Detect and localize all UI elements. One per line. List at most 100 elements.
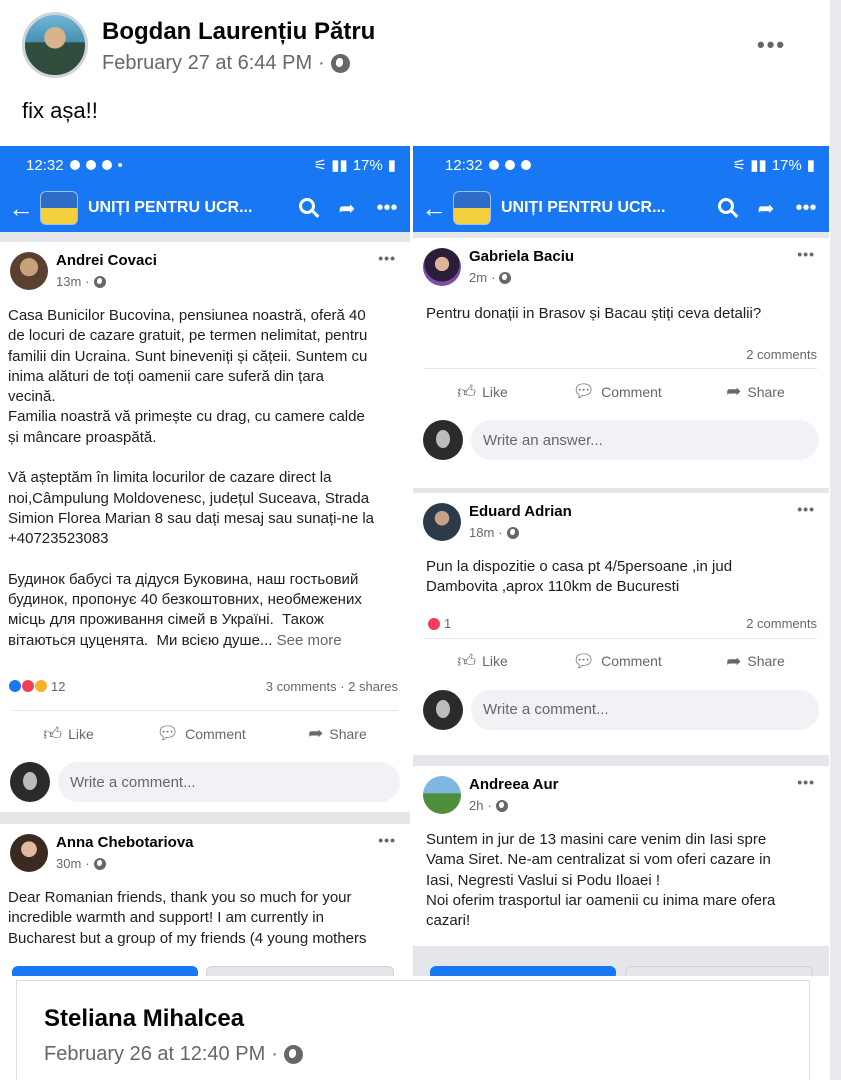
back-arrow-icon[interactable]: ← [421,193,447,224]
like-button[interactable]: 👍︎ Like [43,723,94,745]
globe-icon [93,275,106,288]
right-screenshot[interactable]: 12:32 ⚟ ▮▮ 17% ▮ ← UNIȚI PENTRU UCR... ➦… [413,146,829,976]
messenger-icon [85,160,96,170]
post-author-name[interactable]: Anna Chebotariova [56,834,194,851]
more-options-icon[interactable]: ••• [797,246,815,262]
like-icon: 👍︎ [43,723,63,744]
globe-icon [93,857,106,870]
comment-button[interactable]: 💬︎ Comment [156,723,246,744]
signal-icon: ⚟ ▮▮ [732,157,767,174]
post-author-name[interactable]: Andreea Aur [469,776,558,793]
share-arrow-icon[interactable]: ➦ [751,196,781,221]
post-text: Pun la dispozitie o casa pt 4/5persoane … [426,558,733,596]
comment-input[interactable]: Write a comment... [471,689,819,730]
more-options-icon[interactable]: ••• [797,774,815,790]
share-arrow-icon[interactable]: ➦ [332,196,362,221]
more-options-icon[interactable]: ••• [378,250,396,266]
avatar [10,762,50,802]
globe-icon [330,54,350,73]
share-button[interactable]: ➦ Share [308,723,366,744]
post-card: Eduard Adrian 18m · ••• Pun la dispozitie… [413,493,829,755]
comment-icon: 💬︎ [156,723,180,743]
post-stats: 1 2 comments [413,610,829,638]
group-icon [40,191,78,225]
post-meta: February 27 at 6:44 PM · [102,52,350,75]
post-date[interactable]: February 27 at 6:44 PM [102,52,312,75]
post-header: Gabriela Baciu 2m · ••• [413,238,829,288]
comment-button[interactable]: 💬︎ Comment [572,381,662,402]
avatar[interactable] [10,252,48,290]
secondary-button[interactable] [206,966,394,976]
post-author-name[interactable]: Andrei Covaci [56,252,157,269]
avatar[interactable] [423,248,461,286]
outer-post-header: Bogdan Laurențiu Pătru February 27 at 6:… [22,12,802,82]
like-reaction-icon [8,679,22,693]
post-time: 18m · [469,525,519,540]
post-author-name[interactable]: Bogdan Laurențiu Pătru [102,18,375,46]
share-label: Share [329,725,367,742]
more-options-icon[interactable]: ••• [372,197,402,220]
post-author-name[interactable]: Gabriela Baciu [469,248,574,265]
more-options-icon[interactable]: ••• [378,832,396,848]
avatar [423,420,463,461]
avatar[interactable] [423,503,461,541]
left-screenshot[interactable]: 12:32 • ⚟ ▮▮ 17% ▮ ← UNIȚI PENTRU UCR...… [0,146,410,976]
comment-count[interactable]: 2 comments [746,616,817,631]
signal-icon: ⚟ ▮▮ [313,157,348,174]
share-button[interactable]: ➦ Share [726,651,784,672]
comment-icon: 💬︎ [572,650,596,671]
like-label: Like [482,383,508,400]
comment-count[interactable]: 2 comments [746,347,817,362]
care-reaction-icon [34,679,48,693]
comment-share-count[interactable]: 3 comments · 2 shares [266,679,398,694]
post-text: Pentru donații in Brasov și Bacau știți … [426,305,762,322]
answer-input[interactable]: Write an answer... [471,420,819,461]
group-title[interactable]: UNIȚI PENTRU UCR... [88,199,282,217]
search-icon[interactable] [711,197,741,220]
app-icon [101,160,112,170]
like-label: Like [68,725,94,742]
comment-input[interactable]: Write a comment... [58,762,400,802]
back-arrow-icon[interactable]: ← [8,193,34,224]
comment-label: Comment [601,383,662,400]
primary-button[interactable] [430,966,616,976]
action-bar: 👍︎ Like 💬︎ Comment ➦ Share [425,637,817,684]
share-icon: ➦ [308,723,324,743]
battery-level: 17% [352,156,383,174]
group-icon [453,191,491,225]
reactions[interactable]: 12 [8,679,65,694]
post-time: 30m · [56,856,106,871]
more-options-icon[interactable]: ••• [757,32,786,58]
battery-icon: ▮ [387,157,396,174]
globe-icon [499,271,512,284]
comment-button[interactable]: 💬︎ Comment [572,651,662,672]
time-label: 13m [56,274,82,289]
time-label: 30m [56,856,82,871]
globe-icon [506,526,519,539]
primary-button[interactable] [12,966,198,976]
post-time: 2m · [469,270,512,285]
group-title[interactable]: UNIȚI PENTRU UCR... [501,199,701,217]
like-button[interactable]: 👍︎ Like [457,650,508,672]
share-icon: ➦ [726,650,742,671]
see-more-link[interactable]: See more [277,632,342,649]
post-card: Gabriela Baciu 2m · ••• Pentru donații in… [413,238,829,488]
post-date[interactable]: February 26 at 12:40 PM [44,1043,265,1066]
secondary-button[interactable] [625,966,813,976]
messenger-icon [488,160,499,170]
search-icon[interactable] [292,197,322,220]
post-author-name[interactable]: Steliana Mihalcea [44,1005,244,1033]
more-options-icon[interactable]: ••• [791,197,821,220]
avatar[interactable] [10,834,48,872]
app-icon [504,160,515,170]
time-label: 2m [469,270,488,285]
share-button[interactable]: ➦ Share [726,381,784,402]
avatar[interactable] [22,12,88,78]
post-author-name[interactable]: Eduard Adrian [469,503,572,520]
avatar[interactable] [423,776,461,814]
post-stats: 2 comments [413,340,829,368]
more-options-icon[interactable]: ••• [797,501,815,517]
like-button[interactable]: 👍︎ Like [457,381,508,403]
reactions[interactable]: 1 [421,616,451,631]
time-label: 18m [469,525,495,540]
